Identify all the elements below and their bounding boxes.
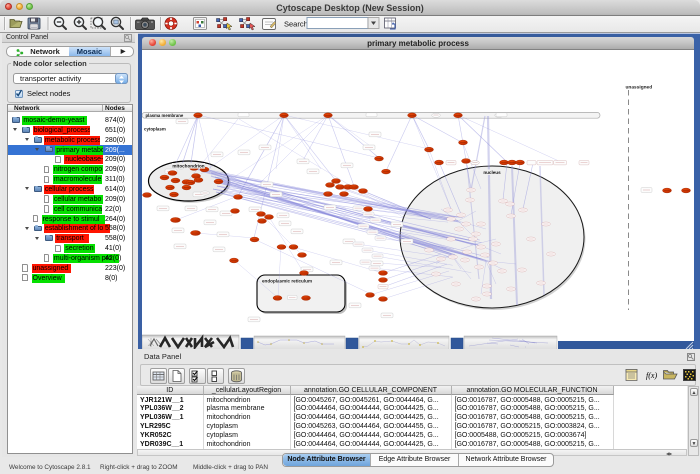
svg-text:cytoplasm: cytoplasm	[144, 127, 166, 132]
svg-text:mitochondrion: mitochondrion	[172, 164, 204, 169]
svg-text:endoplasmic reticulum: endoplasmic reticulum	[262, 279, 312, 284]
svg-text:unassigned: unassigned	[626, 85, 653, 91]
svg-text:f(x): f(x)	[646, 371, 657, 380]
svg-text:nucleus: nucleus	[483, 170, 501, 175]
svg-text:Search:: Search:	[284, 20, 310, 29]
svg-text:plasma membrane: plasma membrane	[146, 113, 184, 118]
